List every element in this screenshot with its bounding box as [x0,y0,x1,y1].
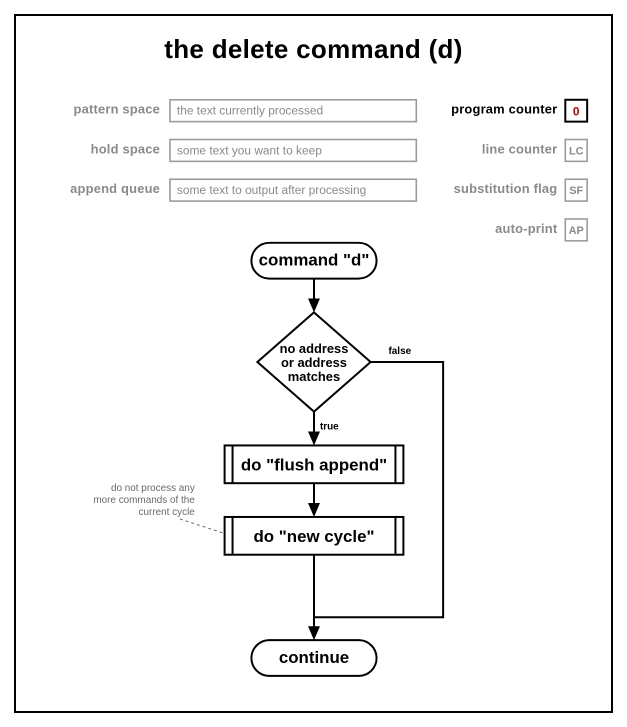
field-label: pattern space [74,102,161,117]
register-label: auto-print [495,221,558,236]
annotation-l1: do not process any [111,483,195,494]
field-value: some text to output after processing [177,183,366,197]
true-label: true [320,422,339,433]
register-label: program counter [451,102,557,117]
register-line-counter: line counter LC [482,140,587,162]
field-value: some text you want to keep [177,143,322,157]
field-value: the text currently processed [177,104,323,118]
register-substitution-flag: substitution flag SF [454,179,588,201]
field-append-queue: append queue some text to output after p… [70,179,416,201]
register-program-counter: program counter 0 [451,100,587,122]
field-hold-space: hold space some text you want to keep [91,140,417,162]
flow-decision-l2: or address [281,355,347,370]
flow-step-1-label: do "flush append" [241,455,387,474]
register-code: SF [569,185,583,197]
flow-start-label: command "d" [259,251,370,270]
flow-step-2: do "new cycle" [225,517,404,555]
flow-step-2-label: do "new cycle" [253,527,374,546]
flow-decision-l3: matches [288,369,340,384]
flow-decision-l1: no address [280,341,349,356]
diagram-svg: pattern space the text currently process… [16,16,611,711]
field-pattern-space: pattern space the text currently process… [74,100,417,122]
flow-step-1: do "flush append" [225,445,404,483]
diagram-frame: the delete command (d) pattern space the… [14,14,613,713]
false-label: false [388,346,411,357]
annotation: do not process any more commands of the … [93,483,222,533]
register-label: substitution flag [454,181,558,196]
register-code: 0 [573,105,580,119]
false-branch [314,362,443,617]
field-label: hold space [91,141,160,156]
flow-end: continue [251,640,376,676]
field-label: append queue [70,181,160,196]
annotation-l2: more commands of the [93,495,195,506]
annotation-l3: current cycle [139,507,196,518]
register-code: AP [569,225,584,237]
flow-start: command "d" [251,243,376,279]
register-auto-print: auto-print AP [495,219,587,241]
register-label: line counter [482,141,558,156]
register-code: LC [569,145,584,157]
flow-decision: no address or address matches [257,312,370,411]
flow-end-label: continue [279,648,349,667]
